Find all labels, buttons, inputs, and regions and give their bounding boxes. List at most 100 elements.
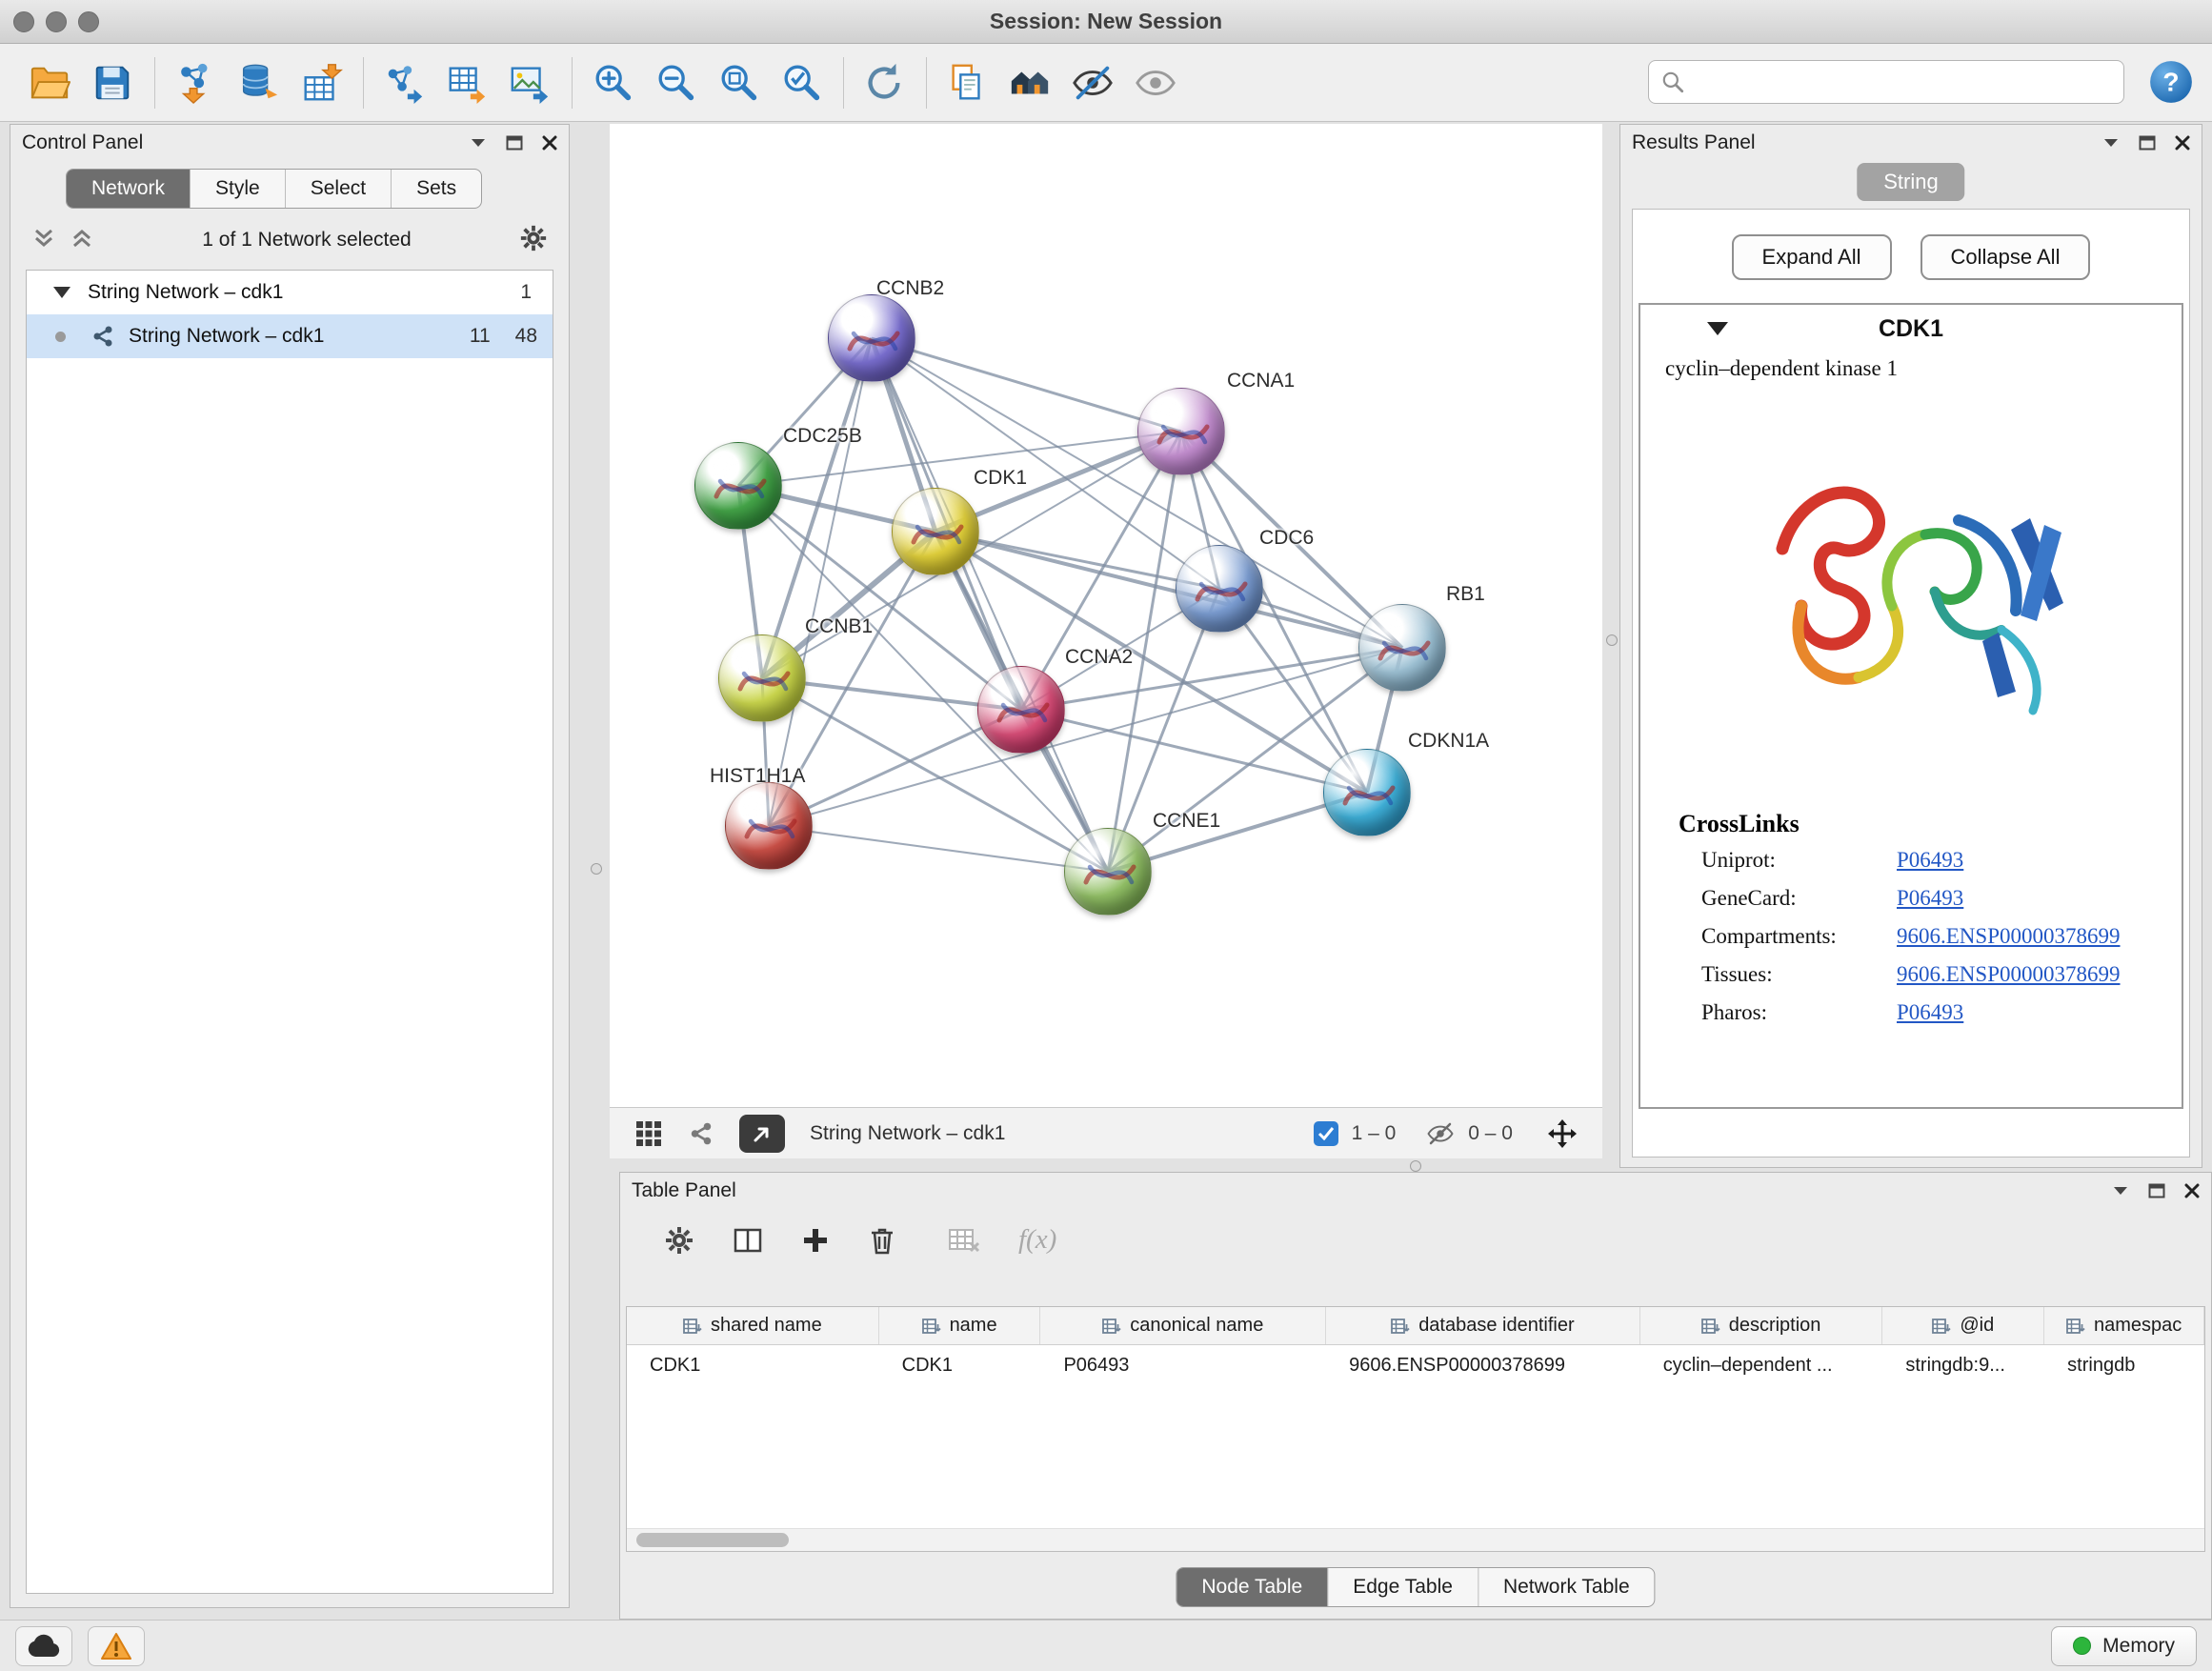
hide-selected-button[interactable] xyxy=(1068,58,1117,108)
zoom-out-button[interactable] xyxy=(651,58,700,108)
open-in-new-window-button[interactable] xyxy=(739,1115,785,1153)
network-node-CCNB1[interactable] xyxy=(718,634,806,722)
network-row-selected[interactable]: String Network – cdk1 11 48 xyxy=(27,314,553,358)
network-node-CCNA2[interactable] xyxy=(977,666,1065,754)
import-network-file-button[interactable] xyxy=(171,58,220,108)
panel-float-icon[interactable] xyxy=(2139,135,2156,151)
column-header[interactable]: shared name xyxy=(627,1307,879,1344)
network-edge-CDK1-RB1[interactable] xyxy=(935,532,1402,648)
tab-select[interactable]: Select xyxy=(285,170,391,208)
save-session-button[interactable] xyxy=(88,58,137,108)
network-node-CCNA1[interactable] xyxy=(1137,388,1225,475)
view-share-icon[interactable] xyxy=(688,1120,714,1147)
network-node-CDK1[interactable] xyxy=(892,488,979,575)
search-box[interactable] xyxy=(1648,60,2124,104)
hidden-eye-slash-icon[interactable] xyxy=(1426,1119,1455,1148)
cell-name[interactable]: CDK1 xyxy=(879,1355,1041,1377)
table-horizontal-scrollbar[interactable] xyxy=(627,1528,2204,1551)
network-node-CCNB2[interactable] xyxy=(828,294,915,382)
network-node-CDKN1A[interactable] xyxy=(1323,749,1411,836)
zoom-fit-button[interactable] xyxy=(714,58,763,108)
delete-column-trash-icon[interactable] xyxy=(868,1225,896,1256)
tab-style[interactable]: Style xyxy=(190,170,285,208)
tab-edge-table[interactable]: Edge Table xyxy=(1327,1568,1478,1606)
zoom-in-button[interactable] xyxy=(588,58,637,108)
cell-id[interactable]: stringdb:9... xyxy=(1882,1355,2044,1377)
panel-close-icon[interactable] xyxy=(2175,135,2190,151)
selected-nodes-checkbox[interactable] xyxy=(1314,1121,1338,1146)
first-neighbors-button[interactable] xyxy=(1005,58,1055,108)
panel-close-icon[interactable] xyxy=(2184,1183,2200,1198)
network-node-HIST1H1A[interactable] xyxy=(725,782,813,870)
network-edge-CCNE1-HIST1H1A[interactable] xyxy=(769,826,1108,872)
network-node-CDC6[interactable] xyxy=(1176,545,1263,633)
tab-network[interactable]: Network xyxy=(67,170,190,208)
splitter-handle[interactable] xyxy=(591,863,602,875)
crosslink-link[interactable]: 9606.ENSP00000378699 xyxy=(1897,924,2121,949)
network-canvas[interactable]: CCNB2CCNA1CDC25BCDK1CDC6RB1CCNB1CCNA2CDK… xyxy=(610,124,1602,1107)
table-settings-gear-icon[interactable] xyxy=(664,1225,694,1256)
column-header[interactable]: name xyxy=(879,1307,1041,1344)
scrollbar-thumb[interactable] xyxy=(636,1533,789,1547)
cell-shared-name[interactable]: CDK1 xyxy=(627,1355,879,1377)
panel-menu-icon[interactable] xyxy=(2102,137,2120,149)
open-session-button[interactable] xyxy=(25,58,74,108)
crosslink-link[interactable]: P06493 xyxy=(1897,1000,1963,1025)
tree-expander-icon[interactable] xyxy=(53,287,70,298)
pan-crosshair-icon[interactable] xyxy=(1547,1118,1578,1149)
apply-layout-button[interactable] xyxy=(859,58,909,108)
export-network-button[interactable] xyxy=(379,58,429,108)
panel-menu-icon[interactable] xyxy=(470,137,487,149)
table-row[interactable]: CDK1 CDK1 P06493 9606.ENSP00000378699 cy… xyxy=(627,1345,2204,1385)
panel-float-icon[interactable] xyxy=(2148,1183,2165,1198)
panel-menu-icon[interactable] xyxy=(2112,1185,2129,1197)
network-edge-RB1-HIST1H1A[interactable] xyxy=(769,648,1402,826)
help-button[interactable]: ? xyxy=(2147,58,2195,106)
copy-document-button[interactable] xyxy=(942,58,992,108)
maximize-window-button[interactable] xyxy=(78,11,99,32)
column-header[interactable]: canonical name xyxy=(1040,1307,1326,1344)
warnings-button[interactable] xyxy=(88,1626,145,1666)
tab-network-table[interactable]: Network Table xyxy=(1478,1568,1655,1606)
show-all-button[interactable] xyxy=(1131,58,1180,108)
network-node-RB1[interactable] xyxy=(1358,604,1446,692)
network-collection-row[interactable]: String Network – cdk1 1 xyxy=(27,271,553,314)
cell-canonical-name[interactable]: P06493 xyxy=(1040,1355,1326,1377)
cell-database-identifier[interactable]: 9606.ENSP00000378699 xyxy=(1326,1355,1640,1377)
memory-button[interactable]: Memory xyxy=(2051,1626,2197,1666)
search-input[interactable] xyxy=(1693,71,2112,93)
gene-card-header[interactable]: CDK1 xyxy=(1640,305,2182,352)
network-edge-CCNB2-HIST1H1A[interactable] xyxy=(769,338,872,826)
birdseye-grid-icon[interactable] xyxy=(634,1119,663,1148)
import-network-database-button[interactable] xyxy=(233,58,283,108)
tab-string[interactable]: String xyxy=(1857,163,1964,201)
collapse-all-button[interactable]: Collapse All xyxy=(1920,234,2091,280)
tab-sets[interactable]: Sets xyxy=(391,170,481,208)
export-table-button[interactable] xyxy=(442,58,492,108)
import-table-button[interactable] xyxy=(296,58,346,108)
network-edge-CCNB2-CCNA1[interactable] xyxy=(872,338,1181,432)
splitter-handle[interactable] xyxy=(1410,1160,1421,1172)
export-image-button[interactable] xyxy=(505,58,554,108)
splitter-handle[interactable] xyxy=(1606,634,1618,646)
add-column-plus-icon[interactable] xyxy=(801,1226,830,1255)
cell-description[interactable]: cyclin–dependent ... xyxy=(1640,1355,1883,1377)
crosslink-link[interactable]: P06493 xyxy=(1897,848,1963,873)
close-window-button[interactable] xyxy=(13,11,34,32)
network-node-CCNE1[interactable] xyxy=(1064,828,1152,916)
column-header[interactable]: @id xyxy=(1882,1307,2044,1344)
show-columns-icon[interactable] xyxy=(733,1225,763,1256)
expand-all-button[interactable]: Expand All xyxy=(1732,234,1892,280)
cell-namespace[interactable]: stringdb xyxy=(2044,1355,2204,1377)
column-header[interactable]: namespac xyxy=(2044,1307,2204,1344)
panel-float-icon[interactable] xyxy=(506,135,523,151)
gene-collapse-icon[interactable] xyxy=(1707,322,1728,335)
network-options-gear-icon[interactable] xyxy=(519,224,548,257)
crosslink-link[interactable]: P06493 xyxy=(1897,886,1963,911)
zoom-selected-button[interactable] xyxy=(776,58,826,108)
network-edge-CCNB2-CCNE1[interactable] xyxy=(872,338,1108,872)
collapse-all-icon[interactable] xyxy=(31,226,56,255)
crosslink-link[interactable]: 9606.ENSP00000378699 xyxy=(1897,962,2121,987)
expand-all-icon[interactable] xyxy=(70,226,94,255)
network-node-CDC25B[interactable] xyxy=(694,442,782,530)
